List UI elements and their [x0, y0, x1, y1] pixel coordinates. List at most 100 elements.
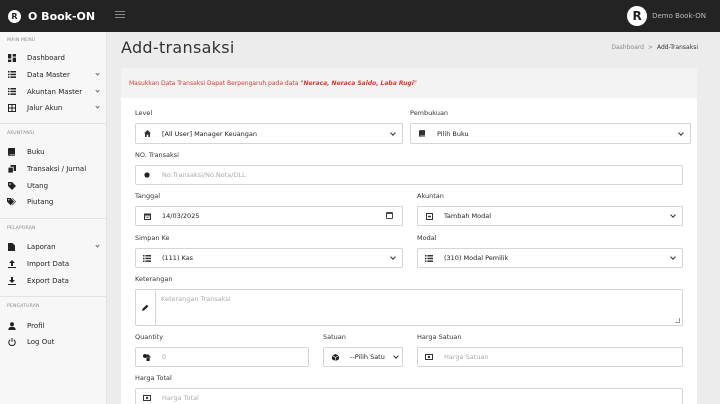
simpan-ke-label: Simpan Ke: [135, 234, 170, 242]
brand[interactable]: R O Book-ON: [8, 8, 95, 25]
list-icon: [418, 249, 440, 267]
sidebar-item-label: Import Data: [27, 259, 70, 268]
sidebar-divider: [0, 123, 106, 124]
quantity-placeholder: 0: [162, 353, 167, 361]
sidebar-item-export-data[interactable]: Export Data: [7, 274, 103, 287]
list-icon: [136, 249, 158, 267]
modal-label: Modal: [417, 234, 437, 242]
user-menu[interactable]: R Demo Book-ON: [627, 6, 706, 26]
satuan-select[interactable]: --Pilih Satu: [323, 347, 403, 367]
sidebar-divider: [0, 218, 106, 219]
menu-toggle-icon[interactable]: [115, 11, 125, 19]
sidebar-item-label: Dashboard: [27, 53, 65, 62]
harga-satuan-input[interactable]: Harga Satuan: [417, 347, 683, 367]
sidebar-item-utang[interactable]: Utang: [7, 179, 103, 192]
sidebar-item-data-master[interactable]: Data Master: [7, 68, 103, 81]
sidebar-item-akuntan-master[interactable]: Akuntan Master: [7, 85, 103, 98]
user-icon: [7, 321, 16, 330]
modal-value: (310) Modal Pemilik: [444, 254, 509, 262]
shapes-icon: [136, 348, 158, 366]
sidebar-section-title: MAIN MENU: [7, 38, 36, 43]
akuntan-label: Akuntan: [417, 192, 444, 200]
avatar: R: [627, 6, 648, 26]
download-icon: [7, 276, 16, 285]
breadcrumb-current: Add-Transaksi: [656, 44, 698, 51]
money-icon: [136, 389, 158, 404]
akuntan-select[interactable]: Tambah Modal: [417, 206, 683, 226]
harga-total-input[interactable]: Harga Total: [135, 388, 683, 404]
breadcrumb: Dashboard > Add-Transaksi: [611, 44, 698, 51]
sidebar-item-label: Transaksi / Jurnal: [27, 164, 87, 173]
level-select[interactable]: [All User] Manager Keuangan: [135, 123, 403, 144]
sidebar-section-title: PELAPORAN: [7, 226, 36, 231]
harga-satuan-label: Harga Satuan: [417, 333, 462, 341]
chevron-down-icon: [678, 129, 684, 136]
pembukuan-select[interactable]: Pilih Buku: [410, 123, 691, 144]
notice-emphasis: "Neraca, Neraca Saldo, Laba Rugi": [300, 80, 417, 87]
sidebar-item-label: Akuntan Master: [27, 87, 83, 96]
satuan-label: Satuan: [323, 333, 346, 341]
sidebar-section-title: AKUNTANSI: [7, 131, 35, 136]
sidebar-item-transaksi-jurnal[interactable]: Transaksi / Jurnal: [7, 162, 103, 175]
avatar-letter: R: [632, 9, 642, 23]
sidebar-item-label: Buku: [27, 147, 45, 156]
textarea-divider: [155, 290, 156, 325]
sidebar: MAIN MENU Dashboard Data Master Akuntan …: [0, 32, 107, 404]
calendar-picker-icon[interactable]: [386, 212, 393, 219]
breadcrumb-link-dashboard[interactable]: Dashboard: [611, 44, 644, 51]
sidebar-item-label: Utang: [27, 181, 49, 190]
tag-icon: [7, 181, 16, 190]
user-name: Demo Book-ON: [652, 12, 706, 20]
brand-name: O Book-ON: [28, 10, 96, 23]
tanggal-input[interactable]: 14/03/2025: [135, 206, 403, 226]
list-icon: [7, 70, 16, 79]
chevron-down-icon: [95, 243, 100, 248]
level-value: [All User] Manager Keuangan: [162, 129, 258, 138]
quantity-input[interactable]: 0: [135, 347, 309, 367]
chevron-down-icon: [95, 71, 100, 76]
sidebar-item-profil[interactable]: Profil: [7, 319, 103, 332]
notice-banner: Masukkan Data Transaksi Dapat Berpengaru…: [121, 68, 697, 98]
file-icon: [7, 242, 16, 251]
notice-text: Masukkan Data Transaksi Dapat Berpengaru…: [129, 80, 417, 87]
harga-satuan-placeholder: Harga Satuan: [444, 353, 489, 361]
modal-select[interactable]: (310) Modal Pemilik: [417, 248, 683, 268]
pembukuan-label: Pembukuan: [410, 109, 449, 117]
cube-icon: [324, 348, 346, 366]
simpan-ke-select[interactable]: (111) Kas: [135, 248, 403, 268]
dashboard-icon: [7, 53, 16, 62]
no-transaksi-placeholder: No.Transaksi/No.Nota/DLL: [162, 171, 246, 179]
calendar-icon: [136, 207, 158, 225]
sidebar-item-label: Log Out: [27, 337, 55, 346]
sidebar-item-jalur-akun[interactable]: Jalur Akun: [7, 101, 103, 114]
no-transaksi-input[interactable]: No.Transaksi/No.Nota/DLL: [135, 165, 683, 185]
logo-letter: R: [11, 11, 18, 21]
sidebar-item-logout[interactable]: Log Out: [7, 335, 103, 348]
copy-icon: [7, 164, 16, 173]
brand-logo-icon: R: [8, 10, 21, 23]
sidebar-item-laporan[interactable]: Laporan: [7, 240, 103, 253]
square-icon: [418, 207, 440, 225]
keterangan-textarea[interactable]: Keterangan Transaksi: [135, 289, 683, 326]
level-label: Level: [135, 109, 153, 117]
akuntan-value: Tambah Modal: [444, 212, 492, 220]
harga-total-placeholder: Harga Total: [162, 394, 199, 402]
sidebar-section-title: PENGATURAN: [7, 304, 40, 309]
page-title: Add-transaksi: [121, 38, 235, 57]
list-icon: [7, 87, 16, 96]
sidebar-item-label: Data Master: [27, 70, 70, 79]
keterangan-placeholder: Keterangan Transaksi: [161, 295, 231, 303]
chevron-down-icon: [670, 254, 676, 260]
sidebar-item-label: Profil: [27, 321, 45, 330]
tanggal-label: Tanggal: [135, 192, 161, 200]
sidebar-item-piutang[interactable]: Piutang: [7, 195, 103, 208]
sidebar-item-import-data[interactable]: Import Data: [7, 257, 103, 270]
sidebar-item-buku[interactable]: Buku: [7, 145, 103, 158]
keterangan-label: Keterangan: [135, 275, 173, 283]
satuan-value: --Pilih Satu: [350, 353, 385, 361]
chevron-down-icon: [670, 212, 676, 218]
sidebar-item-dashboard[interactable]: Dashboard: [7, 51, 103, 64]
resize-handle[interactable]: [675, 318, 680, 323]
simpan-ke-value: (111) Kas: [162, 254, 194, 262]
chevron-down-icon: [393, 353, 399, 359]
